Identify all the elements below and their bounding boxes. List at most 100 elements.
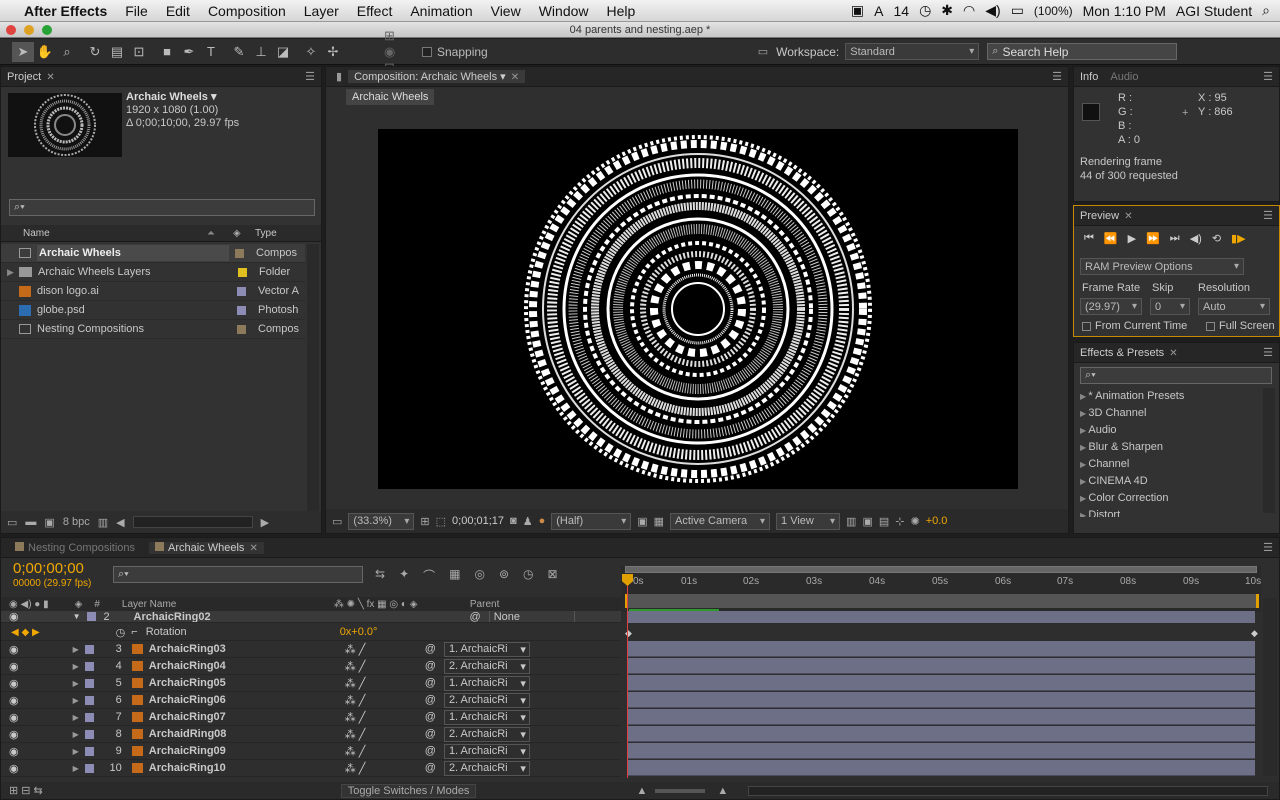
eye-icon[interactable]: ◉ [9,762,19,775]
timeline-search-input[interactable]: ⌕▾ [113,566,363,583]
quality-switch-icon[interactable]: ╱ [359,643,419,656]
zoom-window-button[interactable] [42,25,52,35]
layer-row[interactable]: ◉ ▶ 10 ArchaicRing10 ⁂ ╱ @2. ArchaicRi ▾ [1,760,621,777]
twirl-right-icon[interactable]: ▶ [73,696,79,705]
next-frame-icon[interactable]: ⏩ [1146,232,1160,245]
hand-tool-icon[interactable]: ✋ [34,42,56,62]
tab-archaic-wheels[interactable]: Archaic Wheels ✕ [149,541,264,554]
eye-icon[interactable]: ◉ [9,711,19,724]
horizontal-scrollbar[interactable] [132,516,253,528]
lock-icon[interactable]: ▮ [336,70,342,83]
composition-mini-flowchart-icon[interactable]: ⇆ [375,567,385,584]
timeline-zoom-slider[interactable] [655,788,706,793]
flowchart-icon[interactable]: ▣ [862,515,872,528]
reset-exposure-icon[interactable]: ✺ [910,515,919,528]
effects-search-input[interactable]: ⌕▾ [1080,367,1272,384]
camera-tool-icon[interactable]: ▤ [106,42,128,62]
menu-composition[interactable]: Composition [199,3,295,19]
quality-switch-icon[interactable]: ╱ [359,694,419,707]
twirl-right-icon[interactable]: ▶ [73,662,79,671]
layer-duration-bar[interactable] [628,709,1255,725]
quality-switch-icon[interactable]: ╱ [359,677,419,690]
search-help-input[interactable]: ⌕ Search Help [987,43,1178,60]
menu-edit[interactable]: Edit [157,3,199,19]
tab-audio[interactable]: Audio [1104,71,1144,83]
layer-row[interactable]: ◉ ▶ 7 ArchaicRing07 ⁂ ╱ @1. ArchaicRi ▾ [1,709,621,726]
parent-dropdown[interactable]: 2. ArchaicRi ▾ [443,692,530,708]
ram-preview-options-dropdown[interactable]: RAM Preview Options [1080,258,1244,275]
list-item[interactable]: globe.psd Photosh [1,301,305,320]
loop-icon[interactable]: ⟲ [1212,232,1221,245]
scroll-left-icon[interactable]: ◀ [116,516,124,529]
breadcrumb-item[interactable]: Archaic Wheels [352,91,428,103]
battery-icon[interactable]: ▭ [1011,2,1024,19]
draft-3d-icon[interactable]: ✦ [399,567,409,584]
time-machine-icon[interactable]: ◷ [919,2,931,19]
list-item[interactable]: ▶ 3D Channel [1080,405,1258,422]
label-color-swatch[interactable] [84,695,94,705]
twirl-right-icon[interactable]: ▶ [73,764,79,773]
collapse-switch-icon[interactable]: ⁂ [345,694,359,707]
project-scrollbar[interactable] [307,244,319,514]
layer-row[interactable]: ◉ ▼ 2 ArchaicRing02 @ None [1,611,621,623]
time-ruler[interactable]: 0s 01s 02s 03s 04s 05s 06s 07s 08s 09s 1… [621,566,1261,612]
layer-duration-bar[interactable] [628,658,1255,674]
pickwhip-icon[interactable]: @ [425,643,436,655]
pen-tool-icon[interactable]: ✒ [178,42,200,62]
interpret-footage-icon[interactable]: ▭ [7,516,17,529]
panel-menu-icon[interactable]: ☰ [1263,541,1273,554]
list-item[interactable]: Nesting Compositions Compos [1,320,305,339]
layer-name[interactable]: ArchaicRing03 [149,643,345,655]
minimize-window-button[interactable] [24,25,34,35]
list-item[interactable]: ▶ CINEMA 4D [1080,473,1258,490]
close-icon[interactable]: ✕ [249,543,257,554]
list-item[interactable]: dison logo.ai Vector A [1,282,305,301]
layer-switches-pane-icons[interactable]: ⊞ ⊟ ⇆ [9,784,43,797]
close-icon[interactable]: ✕ [1124,211,1132,222]
layer-name[interactable]: ArchaicRing05 [149,677,345,689]
tab-project[interactable]: Project ✕ [1,71,61,83]
adobe-status-icon[interactable]: A [874,3,883,19]
frame-rate-dropdown[interactable]: (29.97) [1080,298,1142,315]
audio-icon[interactable]: ◀) [1190,232,1202,245]
layer-duration-bar[interactable] [628,743,1255,759]
layer-name[interactable]: ArchaicRing09 [149,745,345,757]
tab-preview[interactable]: Preview ✕ [1074,210,1139,222]
twirl-down-icon[interactable]: ▼ [73,612,81,621]
eraser-tool-icon[interactable]: ◪ [272,42,294,62]
new-folder-icon[interactable]: ▬ [25,516,36,528]
skip-dropdown[interactable]: 0 [1150,298,1190,315]
column-type[interactable]: Type [255,228,277,239]
twirl-right-icon[interactable]: ▶ [73,713,79,722]
play-icon[interactable]: ▶ [1128,232,1136,245]
rotation-tool-icon[interactable]: ↻ [84,42,106,62]
menu-view[interactable]: View [482,3,530,19]
layer-name[interactable]: ArchaicRing04 [149,660,345,672]
layer-row[interactable]: ◉ ▶ 5 ArchaicRing05 ⁂ ╱ @1. ArchaicRi ▾ [1,675,621,692]
twirl-right-icon[interactable]: ▶ [73,747,79,756]
close-icon[interactable]: ✕ [46,72,54,83]
label-column-icon[interactable]: ◈ [233,228,251,239]
label-color-swatch[interactable] [84,678,94,688]
keyframe-navigator[interactable]: ◀ ◆ ▶ [11,627,40,638]
parent-dropdown[interactable]: None [488,611,575,622]
axis-mode-icons[interactable]: ⊞ ◉ ⊟ [384,28,406,75]
work-area-bar[interactable] [625,566,1257,573]
resolution-dropdown[interactable]: Auto [1198,298,1270,315]
pickwhip-icon[interactable]: @ [425,762,436,774]
parent-dropdown[interactable]: 1. ArchaicRi ▾ [443,709,530,725]
eye-icon[interactable]: ◉ [9,611,19,622]
ram-preview-icon[interactable]: ▮▶ [1231,232,1246,245]
list-item[interactable]: Archaic Wheels Compos [1,244,305,263]
first-frame-icon[interactable]: ⏮ [1084,232,1094,245]
layer-row[interactable]: ◉ ▶ 6 ArchaicRing06 ⁂ ╱ @2. ArchaicRi ▾ [1,692,621,709]
list-item[interactable]: ▶ Color Correction [1080,490,1258,507]
property-row-rotation[interactable]: ◀ ◆ ▶ ◷ ⌐ Rotation 0x+0.0° [1,624,621,641]
comp-range-bar[interactable] [625,594,1259,608]
pickwhip-icon[interactable]: @ [425,745,436,757]
menu-app-name[interactable]: After Effects [18,3,116,19]
layer-duration-bar[interactable] [628,641,1255,657]
list-item[interactable]: ▶ * Animation Presets [1080,388,1258,405]
twirl-right-icon[interactable]: ▶ [73,679,79,688]
color-depth-button[interactable]: 8 bpc [63,516,90,528]
